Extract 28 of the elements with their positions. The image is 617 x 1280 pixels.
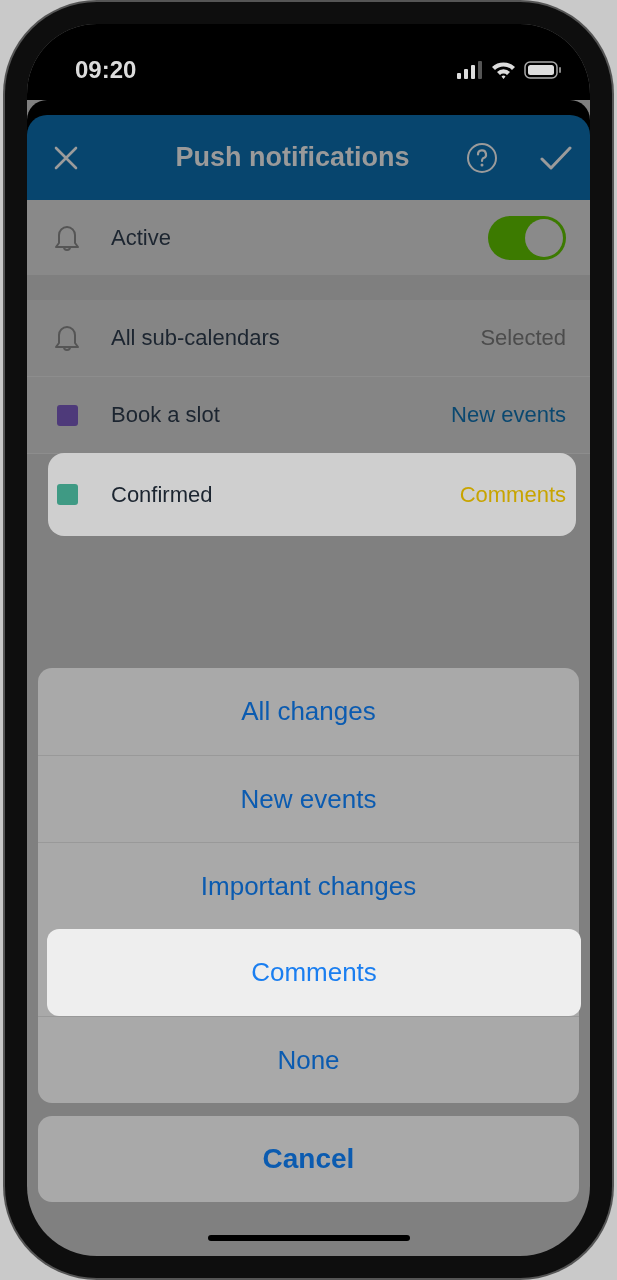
calendar-name: Book a slot xyxy=(111,402,221,428)
close-icon xyxy=(53,144,79,171)
notification-setting: Comments xyxy=(459,481,566,508)
calendar-row[interactable]: All sub-calendars Selected xyxy=(27,300,590,377)
checkmark-icon xyxy=(540,144,572,171)
close-button[interactable] xyxy=(53,144,79,171)
notification-setting: Selected xyxy=(480,325,566,351)
help-icon xyxy=(466,141,498,174)
confirm-button[interactable] xyxy=(540,144,572,171)
option-button[interactable]: New events xyxy=(38,755,579,842)
signal-icon xyxy=(457,61,483,79)
calendar-name: All sub-calendars xyxy=(111,325,281,351)
option-button[interactable]: Comments xyxy=(47,929,581,1016)
calendar-row[interactable]: Book a slot New events xyxy=(27,377,590,454)
battery-icon xyxy=(524,61,562,79)
option-button[interactable]: All changes xyxy=(38,668,579,755)
calendar-name: Confirmed xyxy=(111,481,214,508)
wifi-icon xyxy=(491,61,516,79)
notification-setting: New events xyxy=(451,402,566,428)
highlighted-row[interactable]: Confirmed Comments xyxy=(48,453,576,536)
cancel-button[interactable]: Cancel xyxy=(38,1116,579,1202)
toggle-switch[interactable] xyxy=(488,215,566,260)
setting-label: Active xyxy=(111,224,172,251)
bell-icon xyxy=(53,323,81,353)
screen-title: Push notifications xyxy=(174,142,411,173)
option-button[interactable]: None xyxy=(38,1016,579,1103)
status-time: 09:20 xyxy=(75,56,137,84)
help-button[interactable] xyxy=(466,141,498,174)
